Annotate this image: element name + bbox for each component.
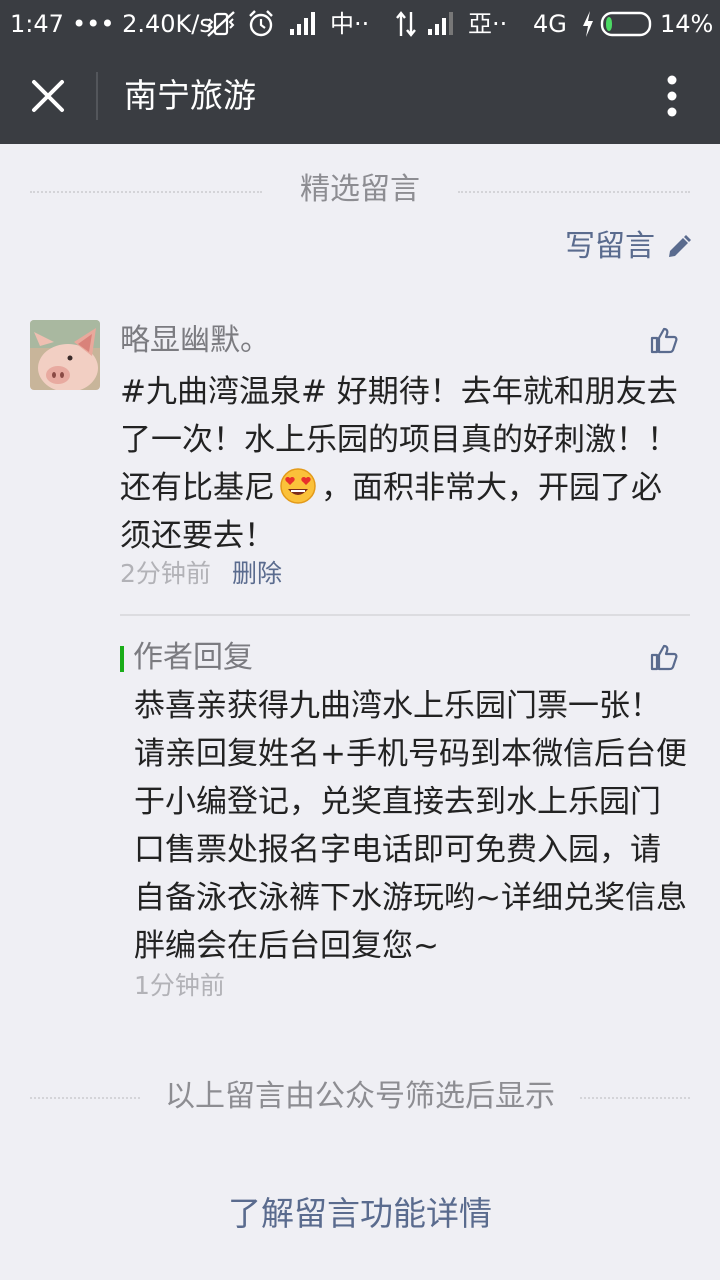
reply-time: 1分钟前 <box>134 971 225 1000</box>
reply-divider <box>120 614 690 616</box>
close-icon[interactable] <box>24 72 72 120</box>
comment-time: 2分钟前 <box>120 559 211 588</box>
network-speed: ••• 2.40K/s <box>72 10 212 38</box>
section-title: 精选留言 <box>300 172 420 207</box>
pig-avatar-image <box>30 320 100 390</box>
reply-thumbs-up-icon[interactable] <box>650 643 678 671</box>
learn-more-link[interactable]: 了解留言功能详情 <box>0 1192 720 1236</box>
title-bar: 南宁旅游 <box>0 48 720 144</box>
delete-button[interactable]: 删除 <box>232 556 282 592</box>
data-transfer-icon <box>396 11 416 37</box>
write-comment-button[interactable]: 写留言 <box>565 226 655 268</box>
battery-icon <box>600 11 652 37</box>
title-divider <box>96 72 98 120</box>
carrier-2: 亞·· <box>468 10 508 38</box>
reply-accent-bar <box>120 646 124 672</box>
comment-text: #九曲湾温泉# 好期待！去年就和朋友去了一次！水上乐园的项目真的好刺激！！还有比… <box>120 368 690 560</box>
heart-eyes-emoji-icon <box>280 468 316 504</box>
pencil-icon[interactable] <box>666 234 692 260</box>
signal-icon-1 <box>290 12 315 35</box>
footer-note-text: 以上留言由公众号筛选后显示 <box>165 1079 555 1114</box>
battery-percent: 14% <box>660 10 714 38</box>
signal-icon-2 <box>428 12 453 35</box>
vibrate-off-icon <box>207 11 235 37</box>
more-options-icon[interactable] <box>656 74 688 118</box>
carrier-1: 中·· <box>330 10 370 38</box>
thumbs-up-icon[interactable] <box>650 326 678 354</box>
author-reply-text: 恭喜亲获得九曲湾水上乐园门票一张！请亲回复姓名+手机号码到本微信后台便于小编登记… <box>134 688 687 964</box>
status-bar: 1:47 ••• 2.40K/s 中·· 亞·· 4G 14% <box>0 0 720 48</box>
selected-comments-header: 精选留言 <box>30 170 690 210</box>
alarm-icon <box>249 10 273 37</box>
network-type: 4G <box>533 10 567 38</box>
page-title: 南宁旅游 <box>124 76 256 115</box>
footer-note: 以上留言由公众号筛选后显示 <box>30 1076 690 1118</box>
charging-icon <box>583 11 593 37</box>
status-time: 1:47 <box>10 10 64 38</box>
avatar[interactable] <box>30 320 100 390</box>
author-reply-label: 作者回复 <box>133 640 253 675</box>
commenter-nickname: 略显幽默。 <box>120 323 270 358</box>
